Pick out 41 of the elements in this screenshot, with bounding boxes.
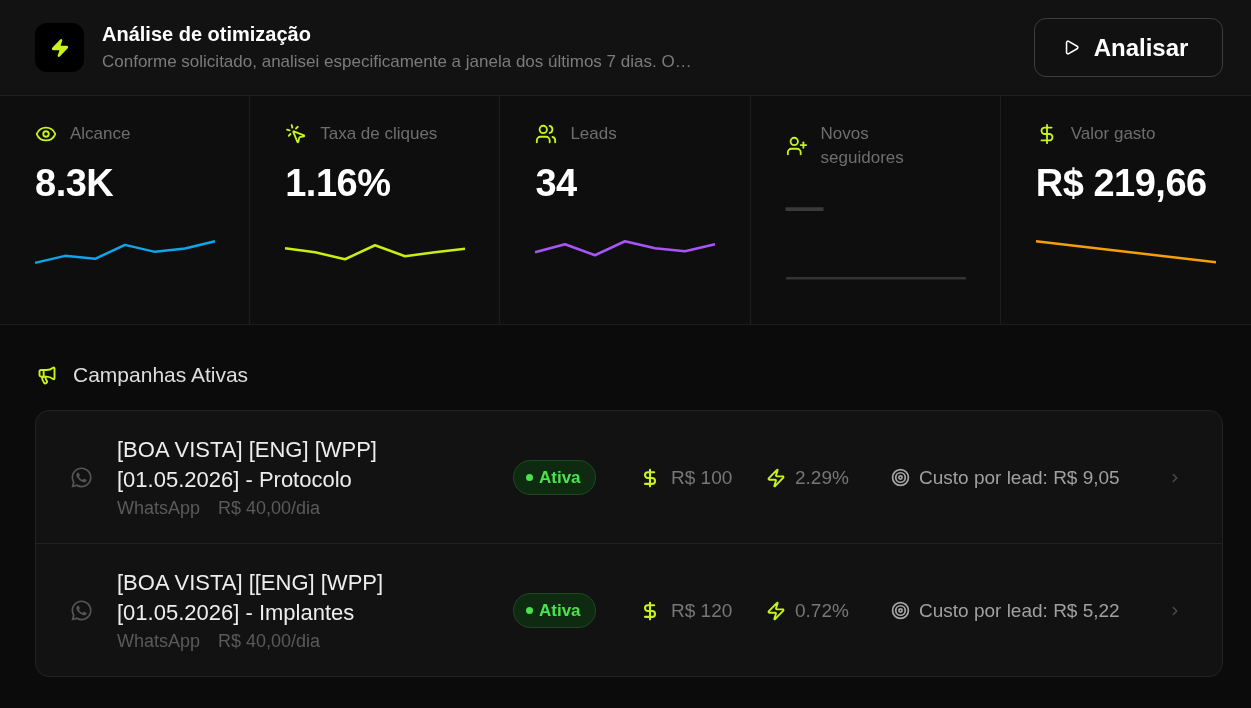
section-title: Campanhas Ativas	[73, 363, 249, 387]
metric-label: Leads	[570, 123, 617, 145]
chat-phone-icon	[70, 599, 93, 622]
users-icon	[535, 123, 558, 145]
metric-value: 1.16%	[285, 161, 391, 205]
metric-label: Taxa de cliques	[320, 123, 438, 145]
target-icon	[891, 601, 910, 620]
metric-value: 34	[535, 161, 577, 205]
metric-value: —	[785, 185, 824, 229]
rate-text: 2.29%	[795, 465, 849, 490]
megaphone-icon	[37, 365, 57, 385]
bolt-icon	[766, 467, 786, 488]
channel-text: WhatsApp	[117, 630, 201, 653]
status-dot-icon	[526, 474, 533, 481]
rate-text: 0.72%	[795, 598, 849, 623]
daily-budget-text: R$ 40,00/dia	[218, 497, 321, 520]
cursor-click-icon	[285, 123, 308, 145]
status-text: Ativa	[539, 600, 581, 621]
metric-label: Alcance	[70, 123, 131, 145]
bolt-icon	[766, 600, 786, 621]
metric-value: 8.3K	[35, 161, 114, 205]
bolt-icon	[35, 23, 84, 72]
analyze-button[interactable]: Analisar	[1034, 18, 1223, 77]
campaign-title: [BOA VISTA] [[ENG] [WPP] [01.05.2026] - Implantes	[117, 569, 385, 627]
user-plus-icon	[785, 135, 808, 157]
channel-text: WhatsApp	[117, 497, 201, 520]
campaign-title: [BOA VISTA] [ENG] [WPP] [01.05.2026] - Protocolo	[117, 436, 378, 494]
metric-label: Valor gasto	[1070, 123, 1156, 145]
metric-value: R$ 219,66	[1035, 161, 1207, 205]
status-dot-icon	[526, 607, 533, 614]
chat-phone-icon	[70, 466, 93, 489]
cost-per-lead-text: Custo por lead: R$ 5,22	[919, 598, 1120, 623]
target-icon	[891, 468, 910, 487]
metric-label: Novos seguidores	[820, 123, 905, 169]
daily-budget-text: R$ 40,00/dia	[218, 630, 321, 653]
budget-text: R$ 100	[671, 465, 733, 490]
budget-text: R$ 120	[671, 598, 733, 623]
header-title: Análise de otimização	[102, 21, 311, 46]
cost-per-lead-text: Custo por lead: R$ 9,05	[919, 465, 1120, 490]
status-text: Ativa	[539, 467, 581, 488]
header-subtitle: Conforme solicitado, analisei especificamente a janela dos últimos 7 dias. O…	[102, 50, 692, 73]
